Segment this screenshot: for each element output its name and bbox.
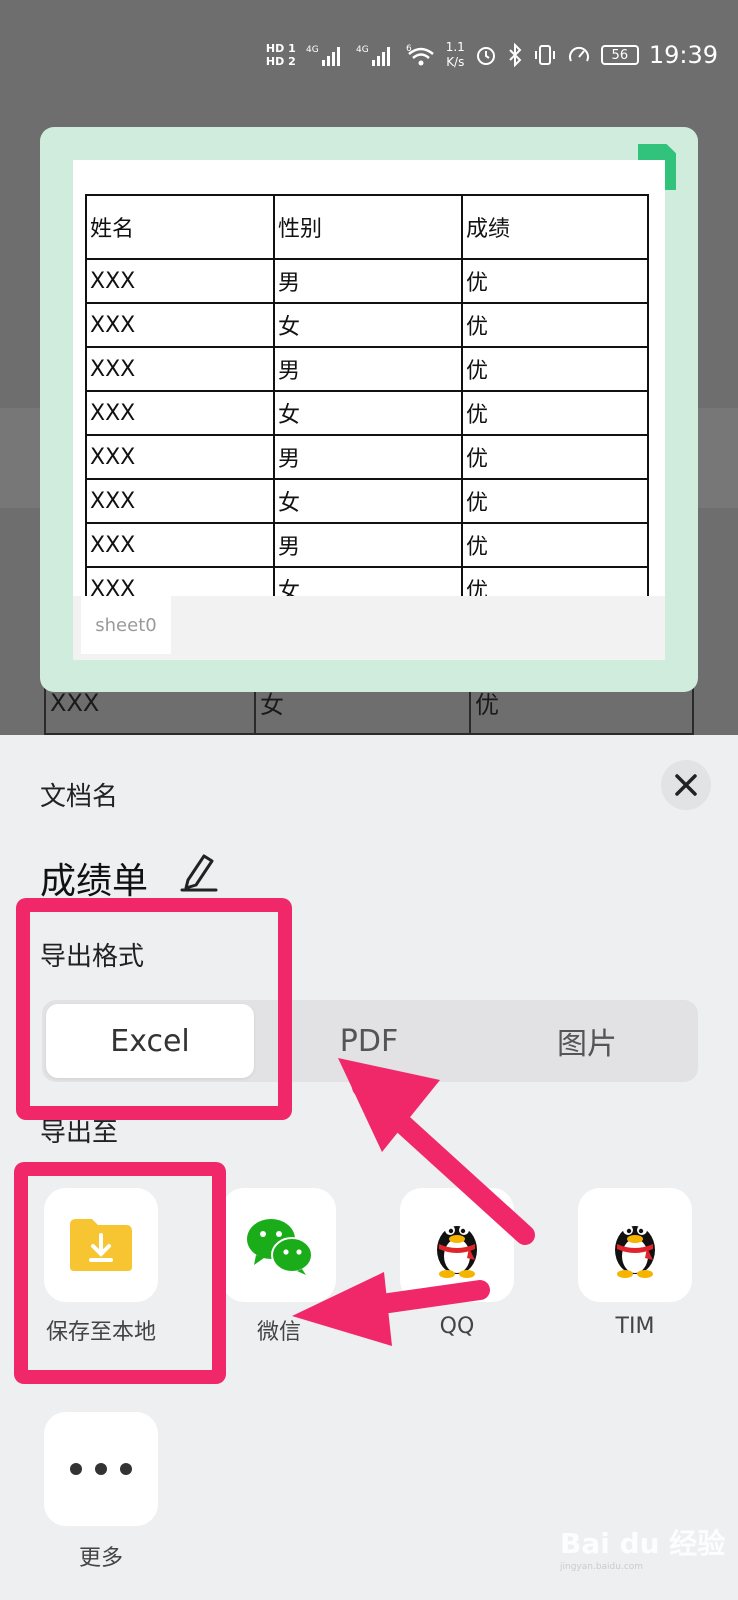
arrow-head-wechat (292, 1272, 392, 1346)
baidu-watermark: Bai du 经验 jingyan.baidu.com (560, 1527, 726, 1572)
annotation-arrows (292, 1058, 535, 1346)
